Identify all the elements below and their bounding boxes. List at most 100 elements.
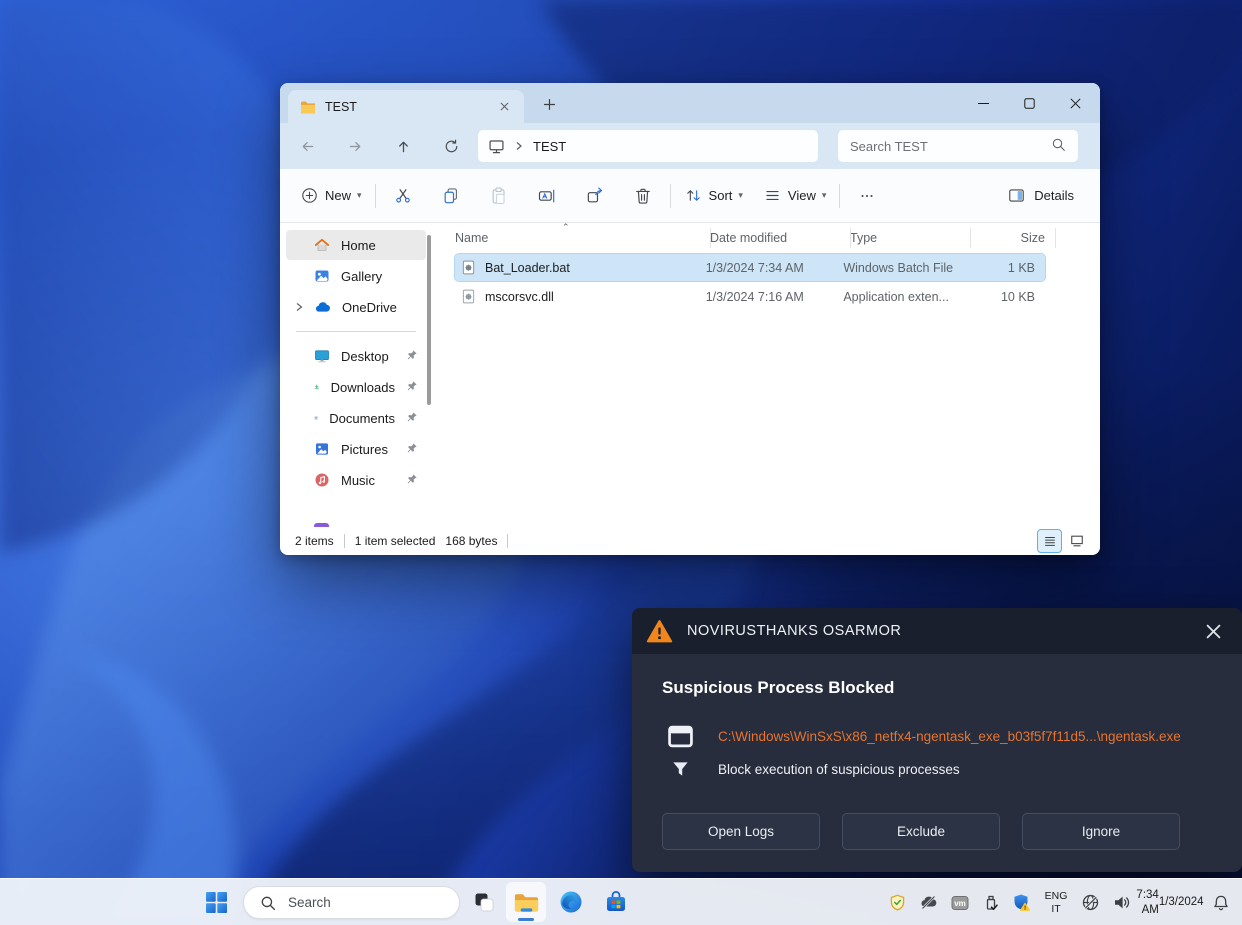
- breadcrumb-location[interactable]: TEST: [533, 139, 566, 154]
- column-header-size[interactable]: Size: [970, 231, 1055, 245]
- sidebar-item-label: Gallery: [341, 269, 382, 284]
- sidebar-item-label: Music: [341, 473, 375, 488]
- refresh-button[interactable]: [427, 123, 475, 169]
- taskbar-search-placeholder: Search: [288, 895, 331, 910]
- paste-button[interactable]: [475, 176, 523, 216]
- file-explorer-taskbar-button[interactable]: [506, 882, 546, 922]
- notification-bell-icon[interactable]: [1205, 883, 1236, 923]
- file-row-bat-loader[interactable]: Bat_Loader.bat 1/3/2024 7:34 AM Windows …: [455, 254, 1045, 281]
- task-view-button[interactable]: [464, 882, 504, 922]
- file-row-mscorsvc[interactable]: mscorsvc.dll 1/3/2024 7:16 AM Applicatio…: [455, 283, 1045, 310]
- details-pane-icon: [1007, 186, 1026, 205]
- notification-header: NOVIRUSTHANKS OSARMOR: [632, 608, 1242, 654]
- sidebar-item-label: Home: [341, 238, 376, 253]
- sidebar-item-documents[interactable]: Documents: [286, 403, 426, 433]
- delete-button[interactable]: [619, 176, 667, 216]
- forward-button[interactable]: [331, 123, 379, 169]
- rename-icon: [537, 186, 557, 206]
- language-primary: ENG: [1045, 890, 1068, 902]
- details-button[interactable]: Details: [999, 180, 1082, 211]
- share-button[interactable]: [571, 176, 619, 216]
- maximize-button[interactable]: [1006, 83, 1052, 123]
- search-box[interactable]: Search TEST: [838, 130, 1078, 162]
- vmware-tray-icon[interactable]: vm: [944, 883, 975, 923]
- details-view-toggle[interactable]: [1038, 530, 1061, 552]
- desktop: TEST: [0, 0, 1242, 925]
- onedrive-paused-tray-icon[interactable]: [913, 883, 944, 923]
- osarmor-tray-icon[interactable]: [882, 883, 913, 923]
- language-switcher[interactable]: ENG IT: [1037, 883, 1075, 923]
- new-tab-button[interactable]: [536, 91, 562, 117]
- gallery-icon: [314, 268, 330, 284]
- notification-close-icon[interactable]: [1200, 618, 1226, 644]
- explorer-tab[interactable]: TEST: [288, 90, 524, 123]
- trash-icon: [633, 186, 653, 206]
- sidebar-item-downloads[interactable]: Downloads: [286, 372, 426, 402]
- file-type: Windows Batch File: [843, 261, 961, 275]
- tab-close-icon[interactable]: [494, 97, 514, 117]
- system-tray: vm ENG IT: [882, 879, 1236, 925]
- pin-icon: [406, 442, 418, 457]
- view-label: View: [788, 188, 816, 203]
- start-button[interactable]: [196, 882, 236, 922]
- column-divider[interactable]: [970, 228, 971, 248]
- file-date: 1/3/2024 7:34 AM: [706, 261, 844, 275]
- column-divider[interactable]: [850, 228, 851, 248]
- pin-icon: [406, 473, 418, 488]
- network-no-internet-icon[interactable]: [1075, 883, 1106, 923]
- blocked-process-path: C:\Windows\WinSxS\x86_netfx4-ngentask_ex…: [718, 729, 1181, 744]
- sidebar-item-onedrive[interactable]: OneDrive: [286, 292, 426, 322]
- column-header-name[interactable]: ⌃ Name: [455, 231, 710, 245]
- active-app-indicator: [518, 918, 534, 921]
- back-button[interactable]: [283, 123, 331, 169]
- new-button[interactable]: New ▾: [290, 180, 372, 211]
- taskbar-clock[interactable]: 7:34 AM 1/3/2024: [1137, 883, 1205, 923]
- sidebar-item-music[interactable]: Music: [286, 465, 426, 495]
- file-explorer-icon: [513, 891, 540, 914]
- volume-icon[interactable]: [1106, 883, 1137, 923]
- selection-size: 168 bytes: [445, 534, 497, 548]
- column-divider[interactable]: [1055, 228, 1056, 248]
- status-divider: [507, 534, 508, 548]
- sidebar-item-pictures[interactable]: Pictures: [286, 434, 426, 464]
- column-divider[interactable]: [710, 228, 711, 248]
- notification-app-title: NOVIRUSTHANKS OSARMOR: [687, 623, 901, 639]
- sidebar-item-desktop[interactable]: Desktop: [286, 341, 426, 371]
- usb-device-tray-icon[interactable]: [975, 883, 1006, 923]
- taskbar-search[interactable]: Search: [243, 886, 460, 919]
- task-view-icon: [473, 891, 495, 913]
- ellipsis-icon: [858, 187, 876, 205]
- open-logs-button[interactable]: Open Logs: [662, 813, 820, 850]
- windows-security-tray-icon[interactable]: [1006, 883, 1037, 923]
- share-icon: [585, 186, 605, 206]
- copy-button[interactable]: [427, 176, 475, 216]
- up-button[interactable]: [379, 123, 427, 169]
- edge-taskbar-button[interactable]: [551, 882, 591, 922]
- close-button[interactable]: [1052, 83, 1098, 123]
- sidebar-item-gallery[interactable]: Gallery: [286, 261, 426, 291]
- exclude-button[interactable]: Exclude: [842, 813, 1000, 850]
- batch-file-icon: [461, 260, 476, 275]
- clock-time: 7:34 AM: [1136, 888, 1158, 918]
- folder-icon: [300, 99, 316, 115]
- sidebar-item-label: Documents: [329, 411, 395, 426]
- store-taskbar-button[interactable]: [596, 882, 636, 922]
- more-options-button[interactable]: [843, 176, 891, 216]
- minimize-button[interactable]: [960, 83, 1006, 123]
- view-button[interactable]: View ▾: [753, 180, 836, 211]
- address-bar[interactable]: TEST: [478, 130, 818, 162]
- toolbar-divider: [670, 184, 671, 208]
- sidebar-scrollbar[interactable]: [427, 235, 431, 405]
- sort-button[interactable]: Sort ▾: [674, 180, 753, 211]
- rename-button[interactable]: [523, 176, 571, 216]
- column-header-type[interactable]: Type: [850, 231, 970, 245]
- column-header-date[interactable]: Date modified: [710, 231, 850, 245]
- documents-icon: [314, 410, 318, 426]
- file-size: 1 KB: [961, 261, 1045, 275]
- expand-chevron-icon[interactable]: [294, 300, 304, 315]
- sidebar-item-home[interactable]: Home: [286, 230, 426, 260]
- pin-icon: [406, 411, 418, 426]
- cut-button[interactable]: [379, 176, 427, 216]
- large-icons-view-toggle[interactable]: [1065, 530, 1088, 552]
- ignore-button[interactable]: Ignore: [1022, 813, 1180, 850]
